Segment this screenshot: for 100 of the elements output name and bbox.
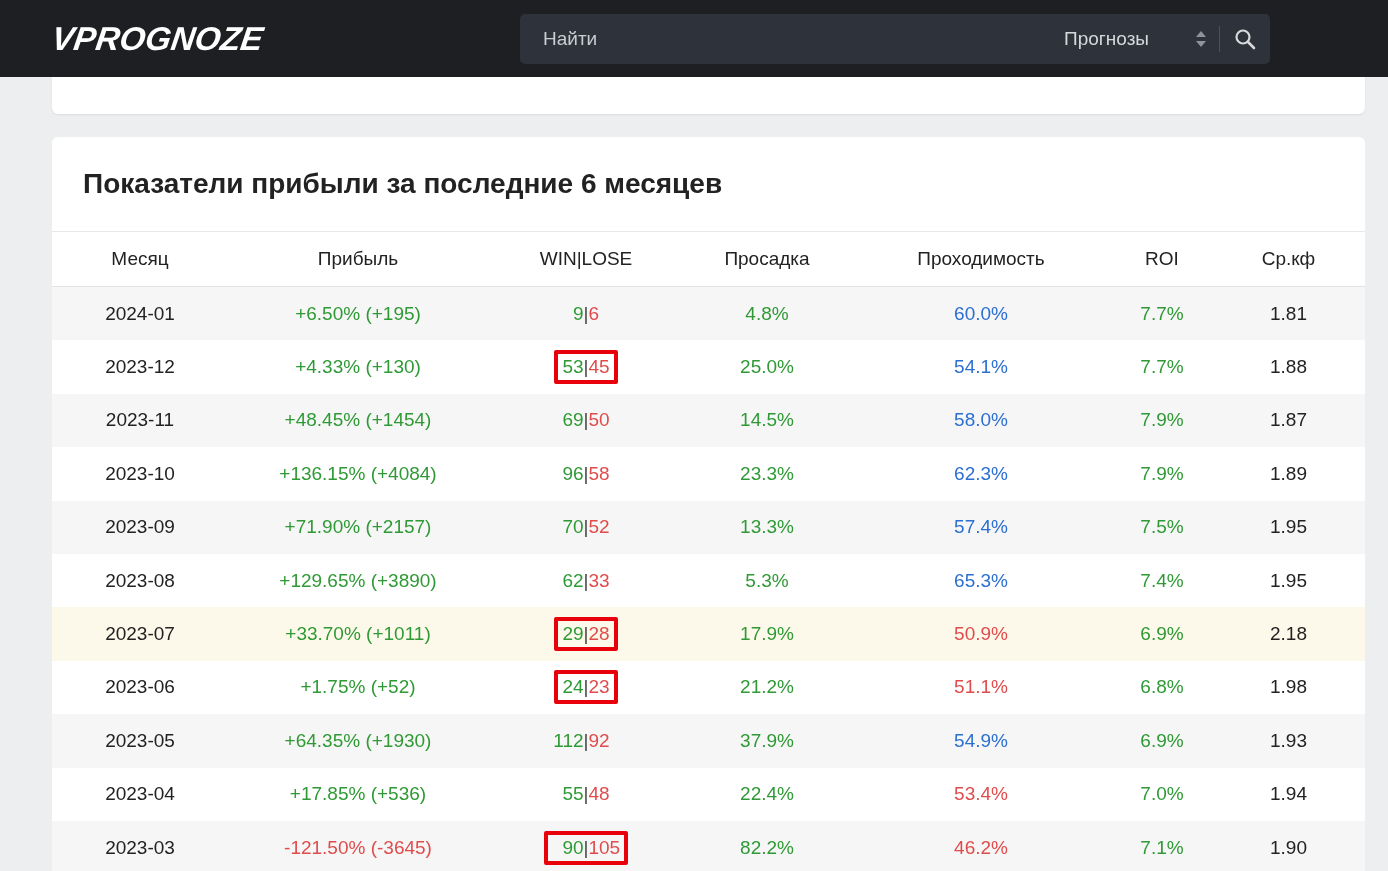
category-select[interactable]: Прогнозы (1064, 27, 1149, 50)
roi-cell: 7.9% (1140, 462, 1184, 485)
average-odds-cell: 1.87 (1270, 409, 1307, 432)
table-row[interactable]: 2023-08 +129.65% (+3890) 62|33 5.3% 65.3% 7.4% 1.95 (52, 553, 1365, 608)
pass-rate-cell: 65.3% (954, 569, 1008, 592)
roi-cell: 6.9% (1140, 729, 1184, 752)
average-odds-cell: 1.90 (1270, 836, 1307, 859)
average-odds-cell: 1.94 (1270, 783, 1307, 806)
drawdown-cell: 25.0% (740, 356, 794, 379)
roi-cell: 7.9% (1140, 409, 1184, 432)
profit-cell: +129.65% (+3890) (279, 569, 437, 592)
average-odds-cell: 1.93 (1270, 729, 1307, 752)
profit-cell: +4.33% (+130) (295, 356, 421, 379)
column-header: Месяц (111, 248, 169, 270)
win-lose-cell-text: 9|6 (571, 301, 601, 326)
drawdown-cell: 4.8% (745, 302, 789, 325)
drawdown-cell: 82.2% (740, 836, 794, 859)
drawdown-cell: 14.5% (740, 409, 794, 432)
card-title: Показатели прибыли за последние 6 месяцев (83, 168, 723, 200)
pass-rate-cell: 62.3% (954, 462, 1008, 485)
roi-cell: 7.1% (1140, 836, 1184, 859)
average-odds-cell: 1.81 (1270, 302, 1307, 325)
win-lose-cell-text: 70|52 (561, 515, 611, 540)
month-cell: 2023-03 (105, 836, 175, 859)
month-cell: 2023-11 (105, 409, 175, 432)
profit-cell: +6.50% (+195) (295, 302, 421, 325)
drawdown-cell: 5.3% (745, 569, 789, 592)
column-header: WIN|LOSE (539, 248, 633, 270)
month-cell: 2023-09 (105, 516, 175, 539)
win-lose-cell: 29|28 (554, 617, 618, 652)
win-lose-cell-text: 55|48 (561, 782, 611, 807)
roi-cell: 7.7% (1140, 302, 1184, 325)
average-odds-cell: 1.95 (1270, 569, 1307, 592)
average-odds-cell: 2.18 (1270, 623, 1307, 646)
average-odds-cell: 1.89 (1270, 462, 1307, 485)
column-header: ROI (1145, 248, 1179, 270)
win-lose-cell-text: 62|33 (561, 568, 611, 593)
table-row[interactable]: 2023-11 +48.45% (+1454) 69|50 14.5% 58.0% 7.9% 1.87 (52, 393, 1365, 448)
table-row[interactable]: 2023-04 +17.85% (+536) 55|48 22.4% 53.4% 7.0% 1.94 (52, 767, 1365, 821)
profit-cell: +1.75% (+52) (300, 676, 416, 699)
drawdown-cell: 17.9% (740, 623, 794, 646)
month-cell: 2023-06 (105, 676, 175, 699)
profit-cell: +64.35% (+1930) (284, 729, 432, 752)
drawdown-cell: 37.9% (740, 729, 794, 752)
table-row[interactable]: 2024-01 +6.50% (+195) 9|6 4.8% 60.0% 7.7% 1.81 (52, 287, 1365, 341)
month-cell: 2023-04 (105, 783, 175, 806)
drawdown-cell: 23.3% (740, 462, 794, 485)
average-odds-cell: 1.88 (1270, 356, 1307, 379)
pass-rate-cell: 54.9% (954, 729, 1008, 752)
month-cell: 2023-10 (105, 462, 175, 485)
table-row[interactable]: 2023-06 +1.75% (+52) 24|23 21.2% 51.1% 6.8% 1.98 (52, 660, 1365, 715)
column-header: Проходимость (917, 248, 1045, 270)
sort-arrows-icon (1195, 29, 1207, 48)
win-lose-cell-text: 69|50 (561, 408, 611, 433)
site-logo[interactable]: VPROGNOZE (49, 19, 523, 58)
table-row[interactable]: 2023-09 +71.90% (+2157) 70|52 13.3% 57.4% 7.5% 1.95 (52, 500, 1365, 554)
profit-cell: +48.45% (+1454) (284, 409, 432, 432)
month-cell: 2023-12 (105, 356, 175, 379)
roi-cell: 6.8% (1140, 676, 1184, 699)
table-row[interactable]: 2023-10 +136.15% (+4084) 96|58 23.3% 62.3% 7.9% 1.89 (52, 447, 1365, 501)
roi-cell: 6.9% (1140, 623, 1184, 646)
column-header: Ср.кф (1261, 248, 1316, 270)
column-header: Просадка (724, 248, 810, 270)
roi-cell: 7.5% (1140, 516, 1184, 539)
pass-rate-cell: 50.9% (954, 623, 1008, 646)
profit-cell: +33.70% (+1011) (285, 623, 431, 646)
average-odds-cell: 1.95 (1270, 516, 1307, 539)
month-cell: 2023-07 (105, 623, 175, 646)
pass-rate-cell: 46.2% (954, 836, 1008, 859)
drawdown-cell: 21.2% (740, 676, 794, 699)
search-field[interactable]: Найти (520, 27, 1065, 50)
pass-rate-cell: 51.1% (954, 676, 1008, 699)
pass-rate-cell: 60.0% (954, 302, 1008, 325)
table-row[interactable]: 2023-07 +33.70% (+1011) 29|28 17.9% 50.9% 6.9% 2.18 (52, 607, 1365, 661)
roi-cell: 7.7% (1140, 356, 1184, 379)
profit-cell: -121.50% (-3645) (284, 836, 432, 859)
roi-cell: 7.4% (1140, 569, 1184, 592)
pass-rate-cell: 57.4% (954, 516, 1008, 539)
pass-rate-cell: 53.4% (954, 783, 1008, 806)
column-header: Прибыль (317, 248, 399, 270)
month-cell: 2024-01 (105, 302, 175, 325)
drawdown-cell: 22.4% (740, 783, 794, 806)
win-lose-cell: 90|105 (543, 830, 629, 865)
table-row[interactable]: 2023-03 -121.50% (-3645) 90|105 82.2% 46.2% 7.1% 1.90 (52, 820, 1365, 871)
pass-rate-cell: 54.1% (954, 356, 1008, 379)
month-cell: 2023-08 (105, 569, 175, 592)
search-icon (1234, 27, 1256, 50)
profit-cell: +17.85% (+536) (289, 783, 427, 806)
pass-rate-cell: 58.0% (954, 409, 1008, 432)
table-row[interactable]: 2023-12 +4.33% (+130) 53|45 25.0% 54.1% 7.7% 1.88 (52, 340, 1365, 394)
table-row[interactable]: 2023-05 +64.35% (+1930) 112|92 37.9% 54.9% 6.9% 1.93 (52, 714, 1365, 768)
win-lose-cell: 53|45 (554, 350, 618, 385)
month-cell: 2023-05 (105, 729, 175, 752)
win-lose-cell: 24|23 (554, 670, 618, 705)
win-lose-cell-text: 96|58 (561, 461, 611, 486)
profit-cell: +71.90% (+2157) (284, 516, 432, 539)
roi-cell: 7.0% (1140, 783, 1184, 806)
average-odds-cell: 1.98 (1270, 676, 1307, 699)
drawdown-cell: 13.3% (740, 516, 794, 539)
profit-cell: +136.15% (+4084) (279, 462, 437, 485)
